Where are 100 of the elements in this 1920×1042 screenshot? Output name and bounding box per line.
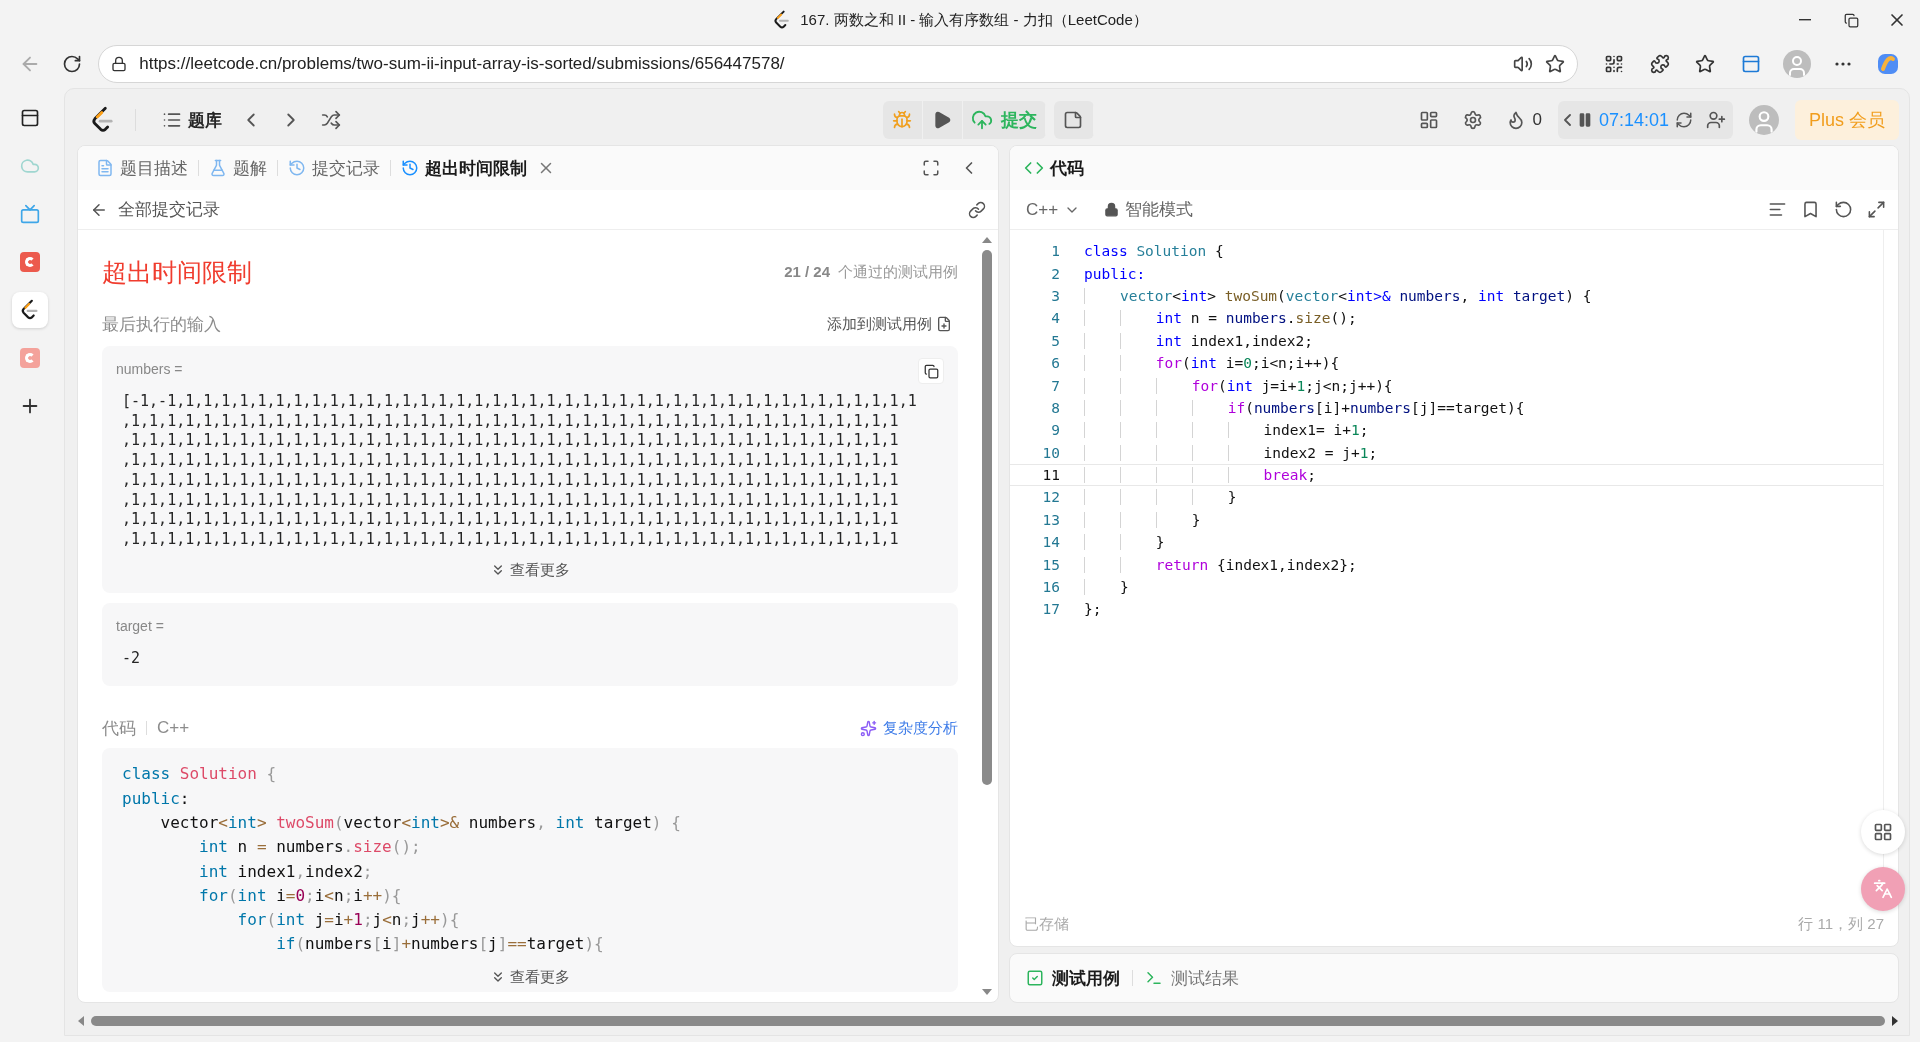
line-number: 3 (1050, 287, 1060, 304)
code-line: int index1,index2; (198, 860, 374, 883)
code-line: int n = numbers.size(); (198, 836, 422, 859)
line-number: 16 (1041, 579, 1060, 596)
value-line: ,1,1,1,1,1,1,1,1,1,1,1,1,1,1,1,1,1,1,1,1,1,1,1,1,1,1,1,1,1,1,1,1,1,1,1,1,1,1,1,1,1,1,1 (122, 451, 900, 471)
code-line: } (1084, 489, 1237, 506)
problem-list-button[interactable]: 题库 (156, 103, 228, 137)
bug-icon (892, 110, 912, 130)
code-line: int index1,index2; (1084, 332, 1313, 349)
line-number: 10 (1041, 444, 1060, 461)
history-icon (401, 159, 419, 177)
value-line: ,1,1,1,1,1,1,1,1,1,1,1,1,1,1,1,1,1,1,1,1,1,1,1,1,1,1,1,1,1,1,1,1,1,1,1,1,1,1,1,1,1,1,1 (122, 510, 900, 530)
back-link[interactable]: 全部提交记录 (90, 198, 968, 221)
panel-tab[interactable]: 题解 (203, 152, 273, 184)
grid-icon (1873, 822, 1893, 842)
star-icon[interactable] (1545, 54, 1566, 74)
scroll-right-icon (1891, 1015, 1899, 1027)
browser-icon (1741, 54, 1762, 74)
terminal-icon (1145, 969, 1163, 987)
note-icon (1063, 110, 1083, 130)
settings-icon (1463, 110, 1484, 130)
line-number: 8 (1050, 399, 1060, 416)
panel-tab[interactable]: 测试结果 (1141, 966, 1243, 990)
line-number: 4 (1050, 310, 1060, 327)
status-title: 超出时间限制 (102, 256, 252, 288)
link-icon[interactable] (968, 200, 986, 219)
value-line: ,1,1,1,1,1,1,1,1,1,1,1,1,1,1,1,1,1,1,1,1,1,1,1,1,1,1,1,1,1,1,1,1,1,1,1,1,1,1,1,1,1,1,1 (122, 411, 900, 432)
chevron-left-icon (1563, 114, 1571, 126)
window-title: 167. 两数之和 II - 输入有序数组 - 力扣（LeetCode） (800, 10, 1148, 30)
show-more-button[interactable]: 查看更多 (484, 966, 576, 988)
cloud-upload-icon (970, 109, 993, 131)
puzzle-icon (1649, 54, 1670, 74)
value-line: [-1,-1,1,1,1,1,1,1,1,1,1,1,1,1,1,1,1,1,1,1,1,1,1,1,1,1,1,1,1,1,1,1,1,1,1,1,1,1,1,1,1,1,1 (122, 392, 918, 412)
panel-tab[interactable]: 超出时间限制 (395, 152, 533, 184)
star-icon (1695, 54, 1716, 74)
scroll-left-icon (77, 1015, 85, 1027)
lock-icon (1104, 202, 1120, 217)
add-user-icon (1705, 110, 1726, 130)
copy-button[interactable] (918, 358, 944, 384)
code-line: for(int i=0;i<n;i++){ (198, 884, 403, 907)
reset-icon[interactable] (1834, 200, 1853, 219)
document-icon (96, 159, 114, 177)
expand-icon[interactable] (1867, 200, 1886, 219)
code-line: return {index1,index2}; (1084, 556, 1357, 573)
cloud-icon (20, 156, 40, 176)
shuffle-icon (321, 110, 341, 130)
streak-button[interactable]: 0 (1500, 103, 1548, 137)
code-line: for(int j=i+1;j<n;j++){ (236, 909, 461, 932)
code-line: break; (1084, 467, 1316, 484)
code-line: index2 = j+1; (1084, 444, 1378, 461)
translate-icon (1873, 879, 1893, 899)
history-icon (288, 159, 306, 177)
flask-icon (209, 159, 227, 177)
bookmark-icon[interactable] (1801, 200, 1820, 219)
code-line: if(numbers[i]+numbers[j]==target){ (275, 933, 605, 956)
site-tab-button[interactable] (12, 292, 48, 328)
code-line: for(int j=i+1;j<n;j++){ (1084, 377, 1393, 394)
show-more-button[interactable]: 查看更多 (484, 559, 576, 581)
value-line: ,1,1,1,1,1,1,1,1,1,1,1,1,1,1,1,1,1,1,1,1,1,1,1,1,1,1,1,1,1,1,1,1,1,1,1,1,1,1,1,1,1,1,1 (122, 490, 900, 511)
copy-icon (923, 363, 939, 379)
complexity-analysis-button[interactable]: 复杂度分析 (860, 718, 958, 738)
code-line: class Solution { (122, 763, 278, 786)
speaker-icon[interactable] (1513, 54, 1534, 74)
line-number: 7 (1050, 377, 1060, 394)
sparkle-icon (860, 719, 877, 737)
code-line: } (1084, 511, 1201, 528)
format-icon[interactable] (1768, 200, 1787, 219)
more-icon (1834, 62, 1851, 66)
panel-title: 代码 (1050, 157, 1084, 180)
panel-tab[interactable]: 题目描述 (90, 152, 194, 184)
saved-status: 已存储 (1024, 914, 1069, 934)
param-name: numbers = (116, 361, 183, 377)
value-line: ,1,1,1,1,1,1,1,1,1,1,1,1,1,1,1,1,1,1,1,1,1,1,1,1,1,1,1,1,1,1,1,1,1,1,1,1,1,1,1,1,1,1,1 (122, 431, 900, 452)
play-icon (932, 110, 952, 130)
code-line: }; (1084, 601, 1102, 618)
scroll-down-icon (981, 988, 993, 996)
language-select[interactable]: C++ (1022, 199, 1085, 220)
code-line: int n = numbers.size(); (1084, 310, 1357, 327)
list-icon (162, 110, 182, 130)
line-number: 6 (1050, 355, 1060, 372)
code-line: } (1084, 534, 1165, 551)
line-number: 9 (1050, 422, 1060, 439)
line-number: 2 (1050, 265, 1060, 282)
panel-tab[interactable]: 测试用例 (1022, 966, 1124, 990)
minimize-icon (1799, 19, 1811, 21)
code-line: if(numbers[i]+numbers[j]==target){ (1084, 399, 1525, 416)
tabs-icon (20, 108, 40, 128)
checkbox-icon (1026, 969, 1044, 987)
mode-label: 智能模式 (1125, 199, 1194, 221)
qr-code-icon (1604, 54, 1625, 74)
code-line: class Solution { (1084, 243, 1224, 260)
line-number: 17 (1041, 601, 1060, 618)
value-line: ,1,1,1,1,1,1,1,1,1,1,1,1,1,1,1,1,1,1,1,1,1,1,1,1,1,1,1,1,1,1,1,1,1,1,1,1,1,1,1,1,1,1,1 (122, 529, 900, 550)
address-bar[interactable]: https://leetcode.cn/problems/two-sum-ii-input-array-is-sorted/submissions/656447578/ (98, 45, 1579, 83)
line-number: 14 (1041, 534, 1060, 551)
add-testcase-button[interactable]: 添加到测试用例 (821, 314, 958, 334)
language-label: C++ (157, 718, 190, 739)
line-number: 1 (1050, 243, 1060, 260)
passed-count: 21 / 24 个通过的测试用例 (784, 262, 958, 282)
panel-tab[interactable]: 提交记录 (282, 152, 386, 184)
